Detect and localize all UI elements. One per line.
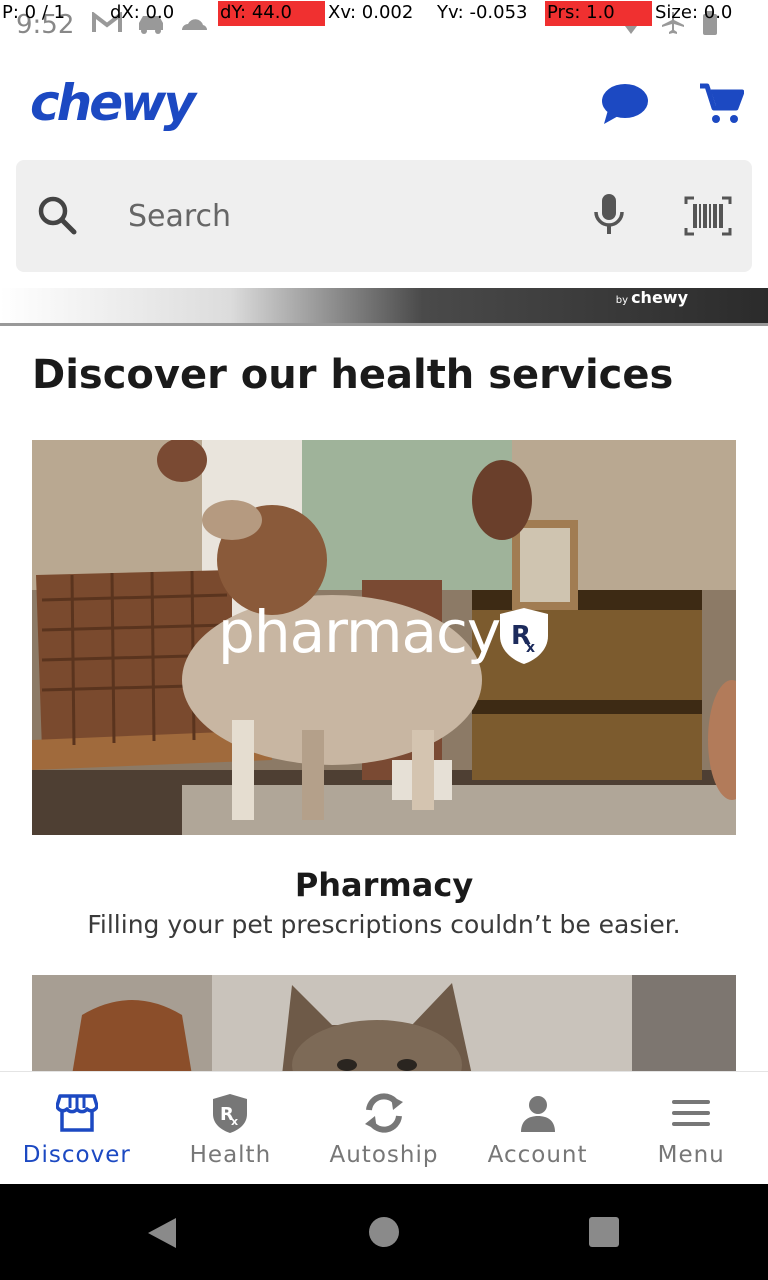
- mic-icon[interactable]: [592, 192, 626, 238]
- search-bar[interactable]: [16, 160, 752, 272]
- debug-xv: Xv: 0.002: [328, 2, 414, 23]
- debug-dx: dX: 0.0: [110, 2, 175, 23]
- home-icon[interactable]: [369, 1217, 399, 1247]
- pharmacy-card-image[interactable]: pharmacy R x: [32, 440, 736, 835]
- barcode-icon[interactable]: [684, 196, 732, 236]
- status-bar: 9:52 P: 0 / 1 dX: 0.0 dY: 44.0 Xv: 0.002…: [0, 0, 768, 48]
- rx-shield-icon: R x: [213, 1094, 248, 1133]
- nav-item-menu[interactable]: Menu: [614, 1072, 768, 1185]
- debug-pressure: Prs: 1.0: [545, 1, 652, 26]
- nav-label-health: Health: [189, 1142, 272, 1168]
- pharmacy-card-description: Filling your pet prescriptions couldn’t …: [87, 910, 681, 939]
- search-input[interactable]: [128, 190, 558, 242]
- hamburger-menu-icon: [672, 1100, 711, 1126]
- nav-item-health[interactable]: R x Health: [154, 1072, 308, 1185]
- pharmacy-card-title[interactable]: Pharmacy: [0, 866, 768, 904]
- bottom-navigation: Discover R x Health Autoship Account Men…: [0, 1071, 768, 1184]
- system-navigation-bar: [0, 1184, 768, 1280]
- debug-dy: dY: 44.0: [218, 1, 325, 26]
- promo-banner-strip[interactable]: by chewy: [0, 288, 768, 326]
- nav-label-autoship: Autoship: [329, 1142, 439, 1168]
- nav-item-account[interactable]: Account: [461, 1072, 615, 1185]
- search-icon[interactable]: [36, 194, 80, 238]
- nav-label-menu: Menu: [657, 1142, 725, 1168]
- cat-photo: [32, 975, 736, 1075]
- cart-button[interactable]: [698, 82, 745, 126]
- section-title: Discover our health services: [32, 352, 674, 398]
- debug-yv: Yv: -0.053: [437, 2, 528, 23]
- autoship-refresh-icon: [364, 1093, 403, 1133]
- rx-shield-badge-icon: R x: [500, 608, 548, 664]
- next-card-image[interactable]: [32, 975, 736, 1075]
- nav-item-autoship[interactable]: Autoship: [307, 1072, 461, 1185]
- debug-overlay: P: 0 / 1 dX: 0.0 dY: 44.0 Xv: 0.002 Yv: …: [0, 0, 768, 26]
- nav-label-account: Account: [487, 1142, 588, 1168]
- chat-button[interactable]: [600, 82, 650, 126]
- pharmacy-overlay-text: pharmacy: [218, 598, 501, 666]
- svg-text:x: x: [526, 640, 535, 656]
- storefront-icon: [55, 1094, 98, 1132]
- chat-bubble-icon: [602, 84, 648, 124]
- chewy-logo[interactable]: chewy: [30, 74, 196, 132]
- person-icon: [520, 1096, 555, 1132]
- by-chewy-label: by chewy: [615, 288, 688, 307]
- recent-apps-icon[interactable]: [589, 1217, 619, 1247]
- debug-pointer: P: 0 / 1: [2, 2, 66, 23]
- nav-item-discover[interactable]: Discover: [0, 1072, 154, 1185]
- cart-icon: [700, 83, 745, 123]
- svg-text:x: x: [231, 1115, 238, 1128]
- back-icon[interactable]: [146, 1216, 178, 1250]
- nav-label-discover: Discover: [22, 1142, 131, 1168]
- debug-size: Size: 0.0: [655, 2, 733, 23]
- app-header: chewy: [0, 48, 768, 158]
